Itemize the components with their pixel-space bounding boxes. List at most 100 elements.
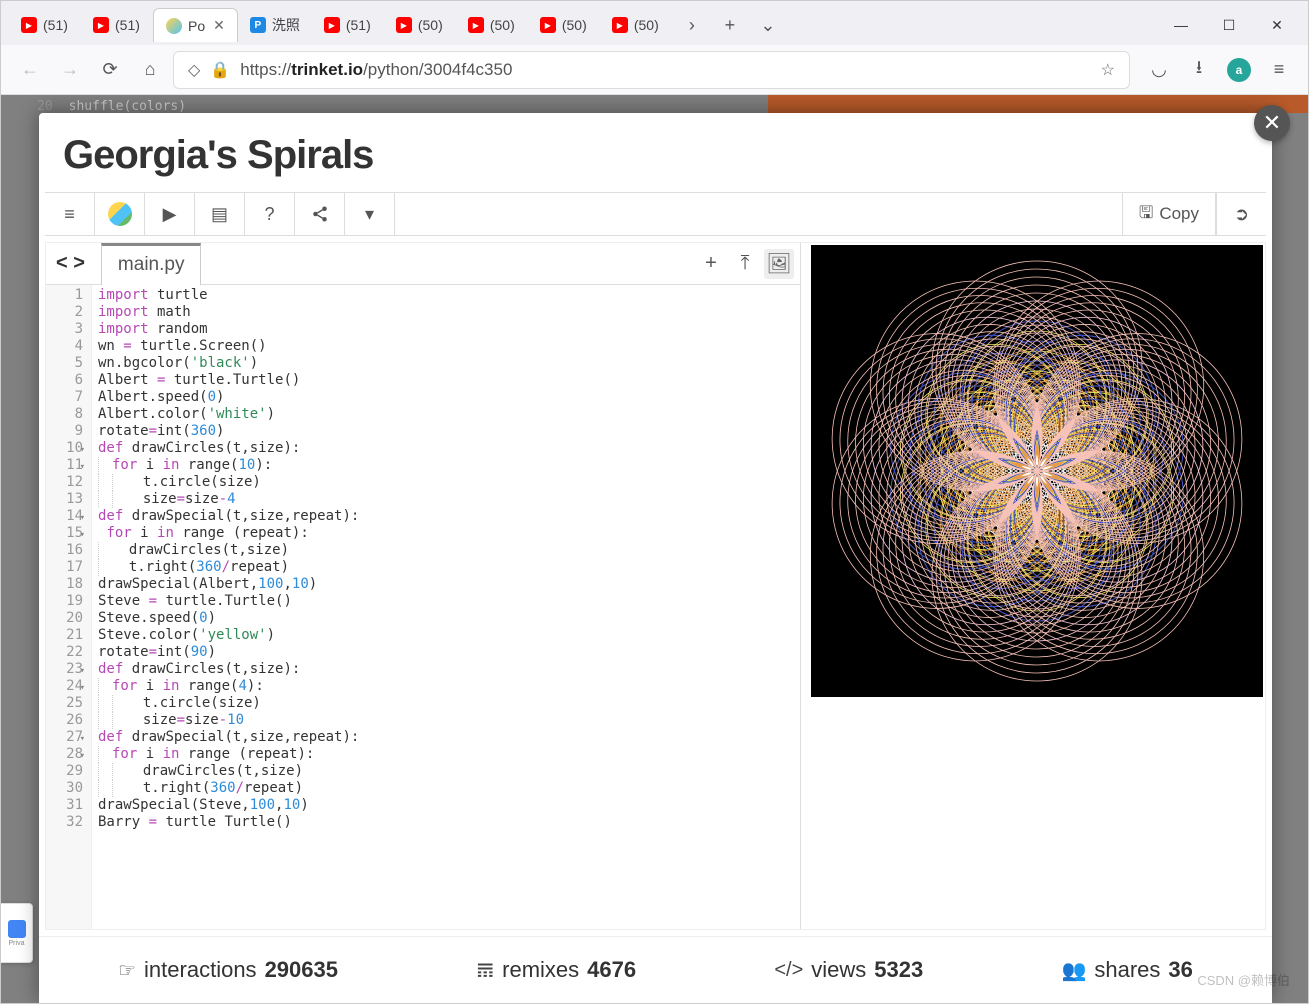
help-button[interactable]: ? <box>245 193 295 235</box>
address-bar[interactable]: ◇ 🔒 https://trinket.io/python/3004f4c350… <box>173 51 1130 89</box>
recaptcha-badge[interactable]: Priva <box>1 903 33 963</box>
tab-overflow-button[interactable]: › <box>676 11 708 39</box>
code-line[interactable]: Albert.speed(0) <box>98 389 794 406</box>
line-number: 30 <box>48 780 83 797</box>
code-line[interactable]: t.right(360/repeat) <box>98 559 794 576</box>
code-line[interactable]: Steve.speed(0) <box>98 610 794 627</box>
code-line[interactable]: Albert.color('white') <box>98 406 794 423</box>
home-button[interactable]: ⌂ <box>133 53 167 87</box>
browser-tab[interactable]: P洗照 <box>238 7 312 43</box>
code-line[interactable]: drawSpecial(Steve,100,10) <box>98 797 794 814</box>
code-line[interactable]: Barry = turtle Turtle() <box>98 814 794 831</box>
window-close-button[interactable]: ✕ <box>1254 9 1300 41</box>
tab-close-icon[interactable]: ✕ <box>213 17 225 34</box>
downloads-icon[interactable]: ⭳ <box>1182 53 1216 87</box>
code-line[interactable]: t.circle(size) <box>98 695 794 712</box>
pocket-icon[interactable]: ◡ <box>1142 53 1176 87</box>
line-number: 24▾ <box>48 678 83 695</box>
code-line[interactable]: t.right(360/repeat) <box>98 780 794 797</box>
code-line[interactable]: Albert = turtle.Turtle() <box>98 372 794 389</box>
line-number: 9 <box>48 423 83 440</box>
code-line[interactable]: drawCircles(t,size) <box>98 763 794 780</box>
browser-tab[interactable]: ▶(51) <box>81 9 153 41</box>
menu-button[interactable]: ≡ <box>45 193 95 235</box>
code-line[interactable]: for i in range(4): <box>98 678 794 695</box>
upload-file-button[interactable]: ⤒ <box>730 249 760 279</box>
stat-views: </> views 5323 <box>774 957 923 983</box>
code-line[interactable]: import random <box>98 321 794 338</box>
code-line[interactable]: wn = turtle.Screen() <box>98 338 794 355</box>
browser-tab[interactable]: ▶(51) <box>9 9 81 41</box>
line-number: 1 <box>48 287 83 304</box>
code-line[interactable]: rotate=int(90) <box>98 644 794 661</box>
recaptcha-icon <box>8 920 26 938</box>
code-line[interactable]: t.circle(size) <box>98 474 794 491</box>
browser-tab[interactable]: Po✕ <box>153 8 238 42</box>
users-icon: 👥 <box>1061 958 1086 983</box>
line-number: 22 <box>48 644 83 661</box>
code-editor[interactable]: 12345678910▾11▾121314▾15▾161718192021222… <box>46 285 800 929</box>
fork-icon: 𝌎 <box>476 958 494 983</box>
bookmark-star-icon[interactable]: ☆ <box>1101 60 1115 80</box>
youtube-icon: ▶ <box>21 17 37 33</box>
app-menu-button[interactable]: ≡ <box>1262 53 1296 87</box>
code-line[interactable]: for i in range (repeat): <box>98 525 794 542</box>
tab-label: (50) <box>490 17 515 33</box>
page-viewport: 20shuffle(colors) Priva ✕ Georgia's Spir… <box>1 95 1308 1003</box>
code-content[interactable]: import turtleimport mathimport randomwn … <box>92 285 800 929</box>
new-tab-button[interactable]: + <box>714 11 746 39</box>
modal-close-button[interactable]: ✕ <box>1254 105 1290 141</box>
code-line[interactable]: import math <box>98 304 794 321</box>
window-minimize-button[interactable]: — <box>1158 9 1204 41</box>
code-line[interactable]: def drawCircles(t,size): <box>98 440 794 457</box>
line-gutter: 12345678910▾11▾121314▾15▾161718192021222… <box>46 285 92 929</box>
browser-tab[interactable]: ▶(50) <box>456 9 528 41</box>
browser-tab[interactable]: ▶(51) <box>312 9 384 41</box>
site-icon: P <box>250 17 266 33</box>
code-line[interactable]: for i in range(10): <box>98 457 794 474</box>
forward-button[interactable]: → <box>53 53 87 87</box>
line-number: 8 <box>48 406 83 423</box>
more-button[interactable]: ▾ <box>345 193 395 235</box>
tab-list-button[interactable]: ⌄ <box>752 11 784 39</box>
line-number: 13 <box>48 491 83 508</box>
nav-toolbar: ← → ⟳ ⌂ ◇ 🔒 https://trinket.io/python/30… <box>1 45 1308 95</box>
code-line[interactable]: size=size-4 <box>98 491 794 508</box>
reload-button[interactable]: ⟳ <box>93 53 127 87</box>
back-button[interactable]: ← <box>13 53 47 87</box>
code-line[interactable]: rotate=int(360) <box>98 423 794 440</box>
code-line[interactable]: Steve.color('yellow') <box>98 627 794 644</box>
code-line[interactable]: def drawCircles(t,size): <box>98 661 794 678</box>
code-line[interactable]: drawSpecial(Albert,100,10) <box>98 576 794 593</box>
browser-tab[interactable]: ▶(50) <box>528 9 600 41</box>
code-line[interactable]: size=size-10 <box>98 712 794 729</box>
share-button[interactable] <box>295 193 345 235</box>
line-number: 10▾ <box>48 440 83 457</box>
code-line[interactable]: drawCircles(t,size) <box>98 542 794 559</box>
image-library-button[interactable]: 🖼 <box>764 249 794 279</box>
url-text: https://trinket.io/python/3004f4c350 <box>240 60 512 80</box>
line-number: 5 <box>48 355 83 372</box>
code-line[interactable]: for i in range (repeat): <box>98 746 794 763</box>
code-line[interactable]: Steve = turtle.Turtle() <box>98 593 794 610</box>
code-line[interactable]: import turtle <box>98 287 794 304</box>
add-file-button[interactable]: + <box>696 249 726 279</box>
code-line[interactable]: def drawSpecial(t,size,repeat): <box>98 508 794 525</box>
tab-nav-arrows[interactable]: < > <box>52 252 89 275</box>
browser-tab[interactable]: ▶(50) <box>384 9 456 41</box>
click-icon: ☞ <box>118 958 136 983</box>
code-line[interactable]: def drawSpecial(t,size,repeat): <box>98 729 794 746</box>
run-button[interactable]: ▶ <box>145 193 195 235</box>
file-tab-main[interactable]: main.py <box>101 243 202 286</box>
turtle-canvas <box>811 245 1263 697</box>
window-maximize-button[interactable]: ☐ <box>1206 9 1252 41</box>
account-avatar[interactable]: a <box>1222 53 1256 87</box>
trinket-logo-button[interactable] <box>95 193 145 235</box>
copy-button[interactable]: 🖫 Copy <box>1122 193 1216 235</box>
line-number: 15▾ <box>48 525 83 542</box>
instructions-button[interactable]: ▤ <box>195 193 245 235</box>
browser-tab[interactable]: ▶(50) <box>600 9 672 41</box>
code-line[interactable]: wn.bgcolor('black') <box>98 355 794 372</box>
trinket-modal: ✕ Georgia's Spirals ≡ ▶ ▤ ? ▾ 🖫 Copy ➲ <box>39 113 1272 1003</box>
login-button[interactable]: ➲ <box>1216 193 1266 235</box>
